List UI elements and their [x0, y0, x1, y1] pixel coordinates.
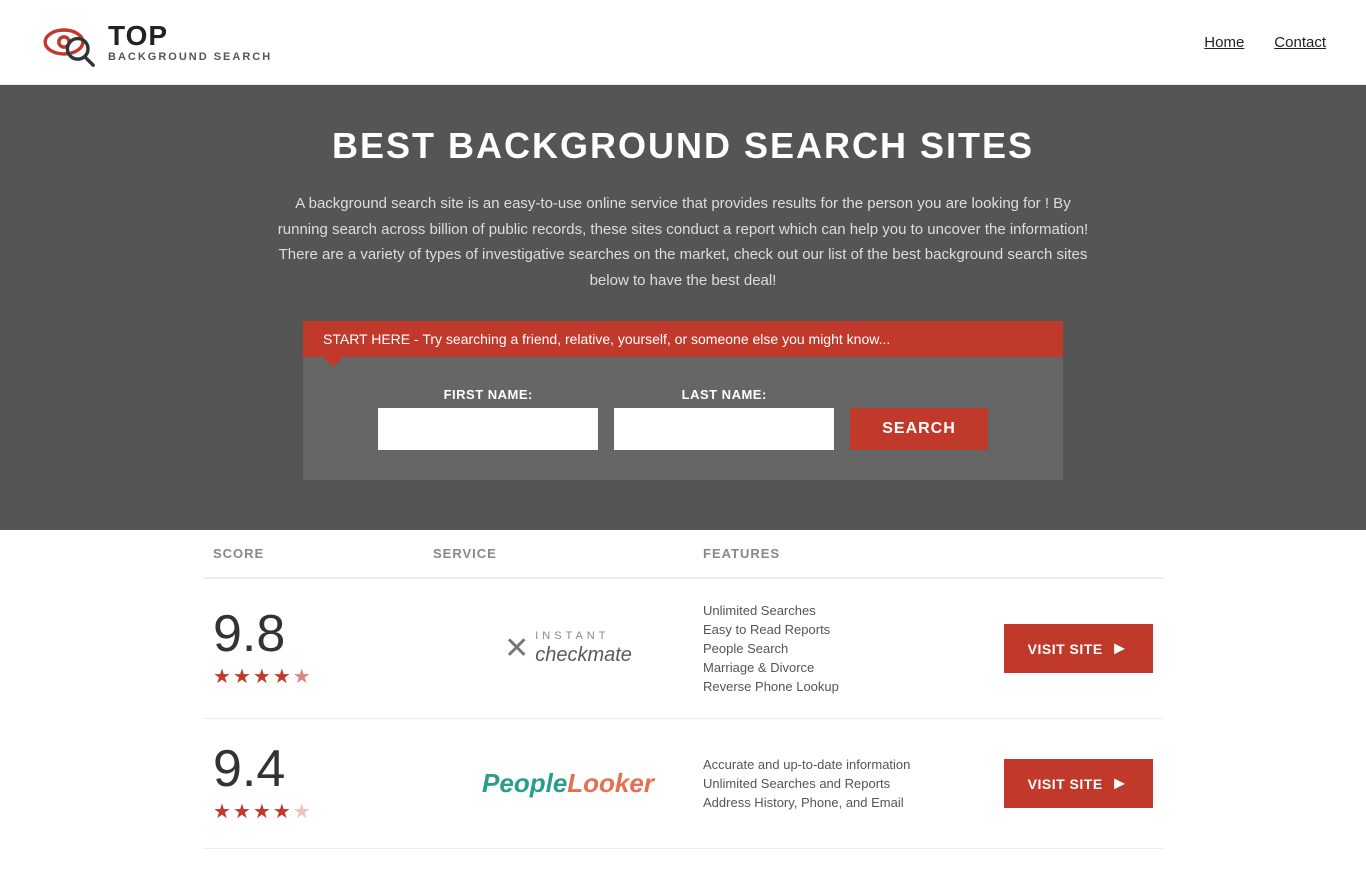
- visit-cell-2: VISIT SITE ►: [973, 759, 1153, 808]
- first-name-group: FIRST NAME:: [378, 387, 598, 450]
- feature-1-5: Reverse Phone Lookup: [703, 679, 973, 694]
- search-button[interactable]: SEARCH: [850, 408, 988, 450]
- checkmate-instant-text: INSTANT: [535, 630, 632, 642]
- star-2-1: ★: [213, 799, 231, 824]
- feature-2-2: Unlimited Searches and Reports: [703, 776, 973, 791]
- visit-btn-label-1: VISIT SITE: [1028, 641, 1103, 657]
- score-number-2: 9.4: [213, 743, 285, 795]
- score-cell-1: 9.8 ★ ★ ★ ★ ★: [213, 608, 433, 689]
- looker-text: Looker: [567, 768, 654, 798]
- hero-description: A background search site is an easy-to-u…: [273, 191, 1093, 293]
- visit-arrow-icon-2: ►: [1111, 773, 1129, 794]
- hero-title: BEST BACKGROUND SEARCH SITES: [20, 125, 1346, 167]
- feature-1-1: Unlimited Searches: [703, 603, 973, 618]
- col-action: [973, 546, 1153, 561]
- feature-1-4: Marriage & Divorce: [703, 660, 973, 675]
- checkmate-logo: ✕ INSTANT checkmate: [504, 630, 632, 667]
- peoplelooker-logo: PeopleLooker: [482, 768, 654, 799]
- last-name-group: LAST NAME:: [614, 387, 834, 450]
- star-2-2: ★: [233, 799, 251, 824]
- visit-arrow-icon-1: ►: [1111, 638, 1129, 659]
- banner-text: START HERE - Try searching a friend, rel…: [323, 331, 890, 347]
- first-name-input[interactable]: [378, 408, 598, 450]
- feature-1-2: Easy to Read Reports: [703, 622, 973, 637]
- table-header: SCORE SERVICE FEATURES: [203, 530, 1163, 579]
- navigation: Home Contact: [1204, 34, 1326, 51]
- star-2-3: ★: [253, 799, 271, 824]
- table-row: 9.8 ★ ★ ★ ★ ★ ✕ INSTANT checkmate: [203, 579, 1163, 719]
- col-features: FEATURES: [703, 546, 973, 561]
- visit-button-1[interactable]: VISIT SITE ►: [1004, 624, 1153, 673]
- feature-2-1: Accurate and up-to-date information: [703, 757, 973, 772]
- star-3: ★: [253, 664, 271, 689]
- logo-icon: [40, 12, 100, 72]
- checkmate-x-icon: ✕: [504, 631, 529, 666]
- hero-section: BEST BACKGROUND SEARCH SITES A backgroun…: [0, 85, 1366, 530]
- last-name-input[interactable]: [614, 408, 834, 450]
- first-name-label: FIRST NAME:: [378, 387, 598, 402]
- logo-top-text: TOP: [108, 21, 272, 52]
- star-1: ★: [213, 664, 231, 689]
- nav-contact[interactable]: Contact: [1274, 34, 1326, 51]
- people-text: People: [482, 768, 567, 798]
- feature-2-3: Address History, Phone, and Email: [703, 795, 973, 810]
- star-5: ★: [293, 664, 311, 689]
- col-score: SCORE: [213, 546, 433, 561]
- features-cell-1: Unlimited Searches Easy to Read Reports …: [703, 603, 973, 694]
- search-form: FIRST NAME: LAST NAME: SEARCH: [323, 387, 1043, 450]
- search-form-area: FIRST NAME: LAST NAME: SEARCH: [303, 357, 1063, 480]
- stars-2: ★ ★ ★ ★ ★: [213, 799, 311, 824]
- star-2-5: ★: [293, 799, 311, 824]
- table-row-2: 9.4 ★ ★ ★ ★ ★ PeopleLooker Accurate and …: [203, 719, 1163, 849]
- service-cell-1: ✕ INSTANT checkmate: [433, 630, 703, 667]
- last-name-label: LAST NAME:: [614, 387, 834, 402]
- results-area: SCORE SERVICE FEATURES 9.8 ★ ★ ★ ★ ★ ✕ I…: [183, 530, 1183, 889]
- score-number-1: 9.8: [213, 608, 285, 660]
- score-cell-2: 9.4 ★ ★ ★ ★ ★: [213, 743, 433, 824]
- visit-btn-label-2: VISIT SITE: [1028, 776, 1103, 792]
- logo-text: TOP BACKGROUND SEARCH: [108, 21, 272, 64]
- logo: TOP BACKGROUND SEARCH: [40, 12, 272, 72]
- star-4: ★: [273, 664, 291, 689]
- features-cell-2: Accurate and up-to-date information Unli…: [703, 757, 973, 810]
- col-service: SERVICE: [433, 546, 703, 561]
- stars-1: ★ ★ ★ ★ ★: [213, 664, 311, 689]
- logo-bottom-text: BACKGROUND SEARCH: [108, 51, 272, 63]
- nav-home[interactable]: Home: [1204, 34, 1244, 51]
- visit-button-2[interactable]: VISIT SITE ►: [1004, 759, 1153, 808]
- feature-1-3: People Search: [703, 641, 973, 656]
- checkmate-name-text: checkmate: [535, 644, 632, 667]
- header: TOP BACKGROUND SEARCH Home Contact: [0, 0, 1366, 85]
- service-cell-2: PeopleLooker: [433, 768, 703, 799]
- search-banner: START HERE - Try searching a friend, rel…: [303, 321, 1063, 357]
- star-2: ★: [233, 664, 251, 689]
- visit-cell-1: VISIT SITE ►: [973, 624, 1153, 673]
- star-2-4: ★: [273, 799, 291, 824]
